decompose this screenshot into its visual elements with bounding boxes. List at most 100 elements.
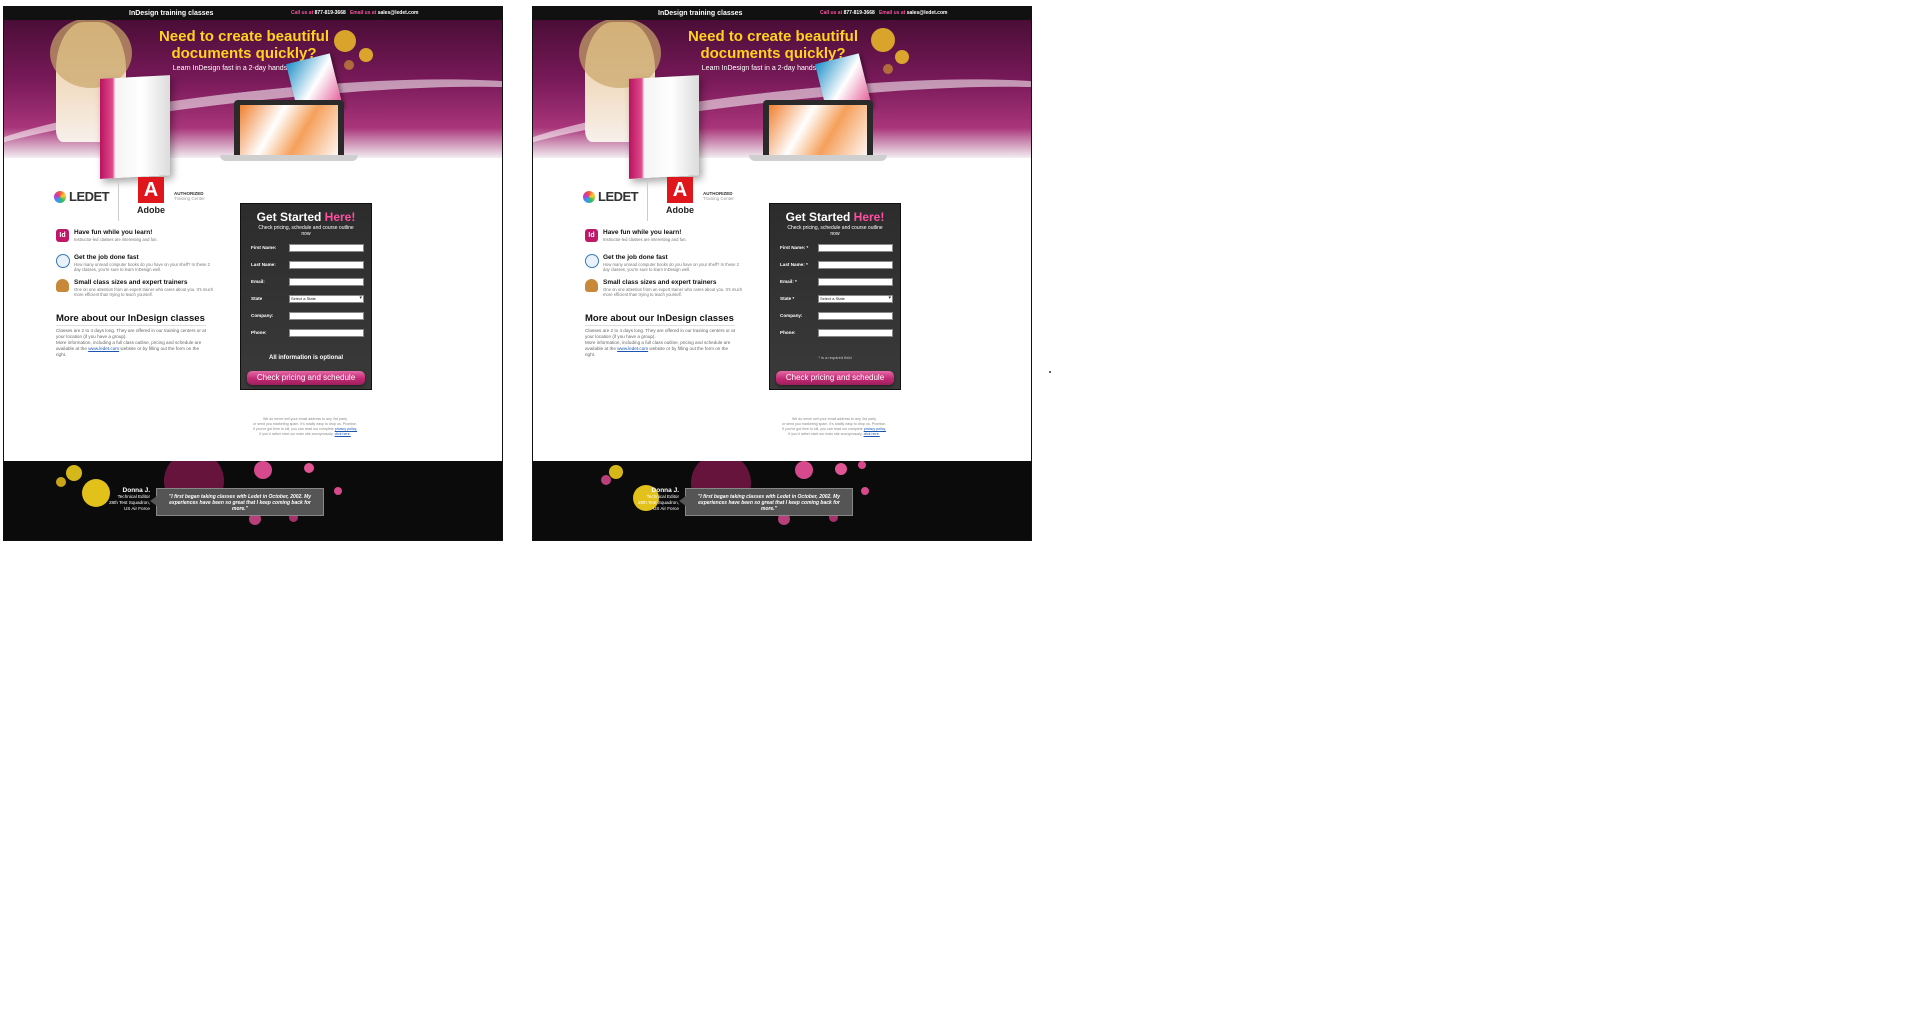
ledet-logo: LEDET	[54, 189, 110, 204]
hero-subline: Learn InDesign fast in a 2-day hands-on …	[172, 65, 316, 72]
authorized-badge: AUTHORIZED Training Center	[174, 191, 214, 201]
state-select[interactable]: Select a State	[289, 295, 364, 303]
last-name-label: Last Name: *	[780, 262, 808, 267]
feature-title: Small class sizes and expert trainers	[603, 279, 717, 286]
site-title: InDesign training classes	[658, 10, 743, 17]
feature-item: Get the job done fast How many unread co…	[56, 254, 216, 279]
headline-line-1: Need to create beautiful	[158, 28, 330, 45]
form-title-main: Get Started	[256, 210, 322, 224]
adobe-logo: A Adobe	[136, 177, 166, 221]
email-field[interactable]	[289, 278, 364, 286]
clock-icon	[56, 254, 70, 268]
click-here-link[interactable]: click here.	[335, 432, 351, 436]
phone-label: Phone:	[251, 330, 267, 335]
email-prefix: Email us at	[349, 10, 377, 16]
feature-item: Id Have fun while you learn! Instructor-…	[585, 229, 745, 254]
ledet-wordmark: LEDET	[598, 189, 639, 204]
last-name-row: Last Name:	[251, 261, 364, 269]
email-label: Email:	[251, 279, 265, 284]
hero-headline: Need to create beautiful documents quick…	[114, 28, 374, 62]
privacy-line-3: If you've got time to kill, you can read…	[252, 427, 334, 431]
privacy-line-4: If you'd rather start our main site anon…	[788, 432, 863, 436]
company-label: Company:	[251, 313, 274, 318]
phone-field[interactable]	[818, 329, 893, 337]
company-field[interactable]	[818, 312, 893, 320]
more-section-body: Classes are 2 to 4 days long. They are o…	[585, 328, 735, 358]
adobe-a-icon: A	[667, 177, 693, 203]
last-name-field[interactable]	[818, 261, 893, 269]
state-row: State * Select a State	[780, 295, 893, 303]
check-pricing-button[interactable]: Check pricing and schedule	[776, 371, 894, 385]
form-title: Get Started Here!	[241, 210, 371, 224]
privacy-policy-link[interactable]: privacy policy.	[335, 427, 357, 431]
state-select[interactable]: Select a State	[818, 295, 893, 303]
privacy-policy-link[interactable]: privacy policy.	[864, 427, 886, 431]
hero-headline: Need to create beautiful documents quick…	[643, 28, 903, 62]
required-note: * is a required field	[818, 355, 852, 360]
phone-number[interactable]: 877-819-3668	[844, 10, 875, 16]
check-pricing-button[interactable]: Check pricing and schedule	[247, 371, 365, 385]
first-name-field[interactable]	[818, 244, 893, 252]
testimonial-quote: "I first began taking classes with Ledet…	[697, 494, 841, 512]
form-title-accent: Here!	[853, 210, 885, 224]
authorized-badge: AUTHORIZED Training Center	[703, 191, 743, 201]
email-address[interactable]: sales@ledet.com	[378, 10, 419, 16]
company-row: Company:	[780, 312, 893, 320]
privacy-line-4: If you'd rather start our main site anon…	[259, 432, 334, 436]
adobe-logo: A Adobe	[665, 177, 695, 221]
click-here-link[interactable]: click here.	[864, 432, 880, 436]
laptop-image	[234, 100, 344, 158]
footer-bubble	[304, 463, 314, 473]
phone-field[interactable]	[289, 329, 364, 337]
partner-logos: LEDET A Adobe AUTHORIZED Training Center	[54, 177, 214, 227]
testimonial-footer: Donna J. Technical Editor 28th Test Squa…	[4, 461, 502, 540]
author-org: US Air Force	[652, 506, 679, 511]
footer-bubble	[334, 487, 342, 495]
clock-icon	[585, 254, 599, 268]
feature-item: Small class sizes and expert trainers On…	[585, 279, 745, 304]
trainer-icon	[56, 279, 69, 292]
company-row: Company:	[251, 312, 364, 320]
more-body-1: Classes are 2 to 4 days long. They are o…	[56, 328, 206, 339]
phone-number[interactable]: 877-819-3668	[315, 10, 346, 16]
privacy-note: We do never sell your email address to a…	[769, 417, 899, 437]
feature-desc: How many unread computer books do you ha…	[603, 262, 739, 272]
ledet-logo: LEDET	[583, 189, 639, 204]
phone-row: Phone:	[780, 329, 893, 337]
email-address[interactable]: sales@ledet.com	[907, 10, 948, 16]
adobe-a-icon: A	[138, 177, 164, 203]
feature-desc: One on one attention from an expert trai…	[74, 287, 214, 297]
footer-bubble	[609, 465, 623, 479]
last-name-field[interactable]	[289, 261, 364, 269]
feature-desc: Instructor-led classes are interesting a…	[74, 237, 158, 242]
ledet-star-icon	[583, 191, 595, 203]
email-field[interactable]	[818, 278, 893, 286]
hero-banner: Need to create beautiful documents quick…	[533, 20, 1031, 158]
ledet-website-link[interactable]: www.ledet.com	[88, 346, 119, 351]
landing-page-variant-a: InDesign training classes Call us at 877…	[3, 6, 503, 541]
first-name-row: First Name:	[251, 244, 364, 252]
indesign-icon: Id	[56, 229, 69, 242]
feature-title: Small class sizes and expert trainers	[74, 279, 188, 286]
first-name-field[interactable]	[289, 244, 364, 252]
signup-form: Get Started Here! Check pricing, schedul…	[240, 203, 372, 390]
first-name-row: First Name: *	[780, 244, 893, 252]
phone-row: Phone:	[251, 329, 364, 337]
indesign-software-box-image	[100, 75, 170, 179]
stray-dot	[1049, 371, 1051, 373]
company-field[interactable]	[289, 312, 364, 320]
form-subtitle: Check pricing, schedule and course outli…	[258, 225, 354, 237]
more-section-body: Classes are 2 to 4 days long. They are o…	[56, 328, 206, 358]
feature-list: Id Have fun while you learn! Instructor-…	[585, 229, 745, 304]
testimonial-quote-bubble: "I first began taking classes with Ledet…	[150, 488, 324, 516]
ledet-website-link[interactable]: www.ledet.com	[617, 346, 648, 351]
author-org: US Air Force	[123, 506, 150, 511]
indesign-software-box-image	[629, 75, 699, 179]
top-bar: InDesign training classes Call us at 877…	[533, 7, 1031, 20]
state-label: State	[251, 296, 263, 301]
email-row: Email: *	[780, 278, 893, 286]
signup-form: Get Started Here! Check pricing, schedul…	[769, 203, 901, 390]
call-prefix: Call us at	[820, 10, 843, 16]
privacy-line-3: If you've got time to kill, you can read…	[781, 427, 863, 431]
footer-bubble	[56, 477, 66, 487]
